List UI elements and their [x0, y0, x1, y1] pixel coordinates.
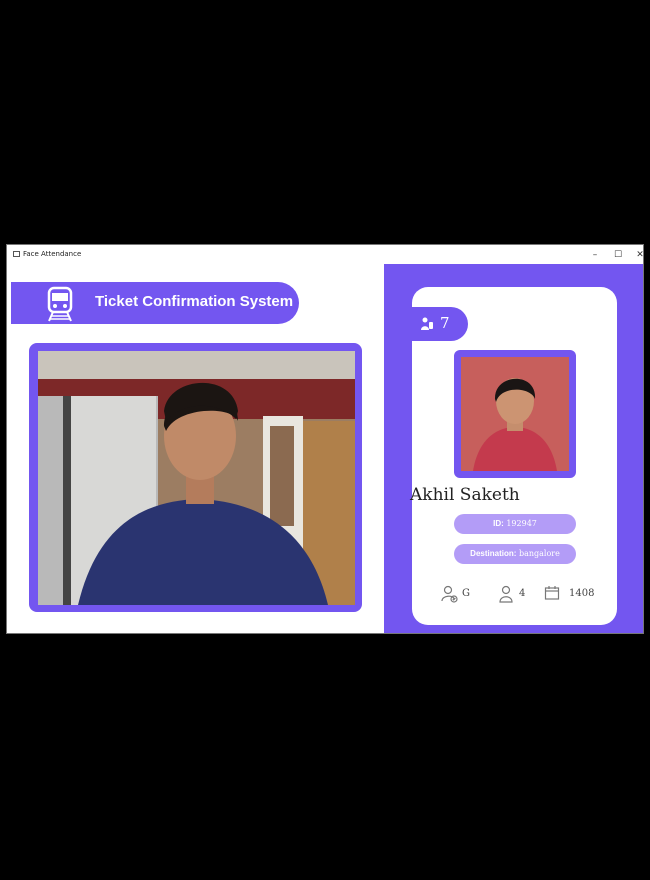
calendar-icon: [544, 586, 560, 600]
id-value: 192947: [506, 519, 537, 528]
window-title: Face Attendance: [23, 250, 82, 258]
date-value: 1408: [569, 588, 595, 599]
minimize-button[interactable]: –: [585, 248, 605, 262]
profile-photo: [461, 357, 569, 471]
count-value: 7: [440, 314, 450, 332]
passenger-name: Akhil Saketh: [410, 485, 520, 505]
destination-value: bangalore: [518, 549, 560, 558]
person-icon: [499, 585, 513, 603]
camera-frame: [29, 343, 362, 612]
person-phone-icon: [421, 317, 433, 330]
title-bar: Face Attendance – ☐ ✕: [7, 245, 644, 265]
photo-frame: [454, 350, 576, 478]
group-value: G: [462, 588, 470, 599]
id-label: ID:: [493, 519, 504, 528]
main-content: Ticket Confirmation System 7 Akhil Saket…: [7, 264, 643, 633]
user-check-icon: [441, 585, 458, 603]
app-icon: [13, 251, 20, 257]
right-panel: 7 Akhil Saketh ID: 192947 Destination: b…: [384, 264, 643, 633]
passenger-card: 7 Akhil Saketh ID: 192947 Destination: b…: [410, 287, 617, 625]
destination-label: Destination:: [470, 549, 517, 558]
left-panel: Ticket Confirmation System: [7, 264, 384, 633]
train-icon: [47, 286, 73, 322]
maximize-button[interactable]: ☐: [608, 248, 628, 262]
webcam-image: [38, 351, 355, 605]
header-banner: Ticket Confirmation System: [11, 282, 299, 324]
id-badge: ID: 192947: [454, 514, 576, 534]
destination-badge: Destination: bangalore: [454, 544, 576, 564]
close-button[interactable]: ✕: [630, 248, 650, 262]
count-badge: 7: [410, 307, 468, 341]
app-window: Face Attendance – ☐ ✕ Ticket Confirmatio…: [6, 244, 644, 634]
webcam-feed: [38, 351, 355, 605]
profile-image: [461, 357, 569, 471]
stats-row: G 4 1408: [412, 585, 617, 605]
page-title: Ticket Confirmation System: [95, 293, 294, 310]
persons-value: 4: [519, 588, 526, 599]
